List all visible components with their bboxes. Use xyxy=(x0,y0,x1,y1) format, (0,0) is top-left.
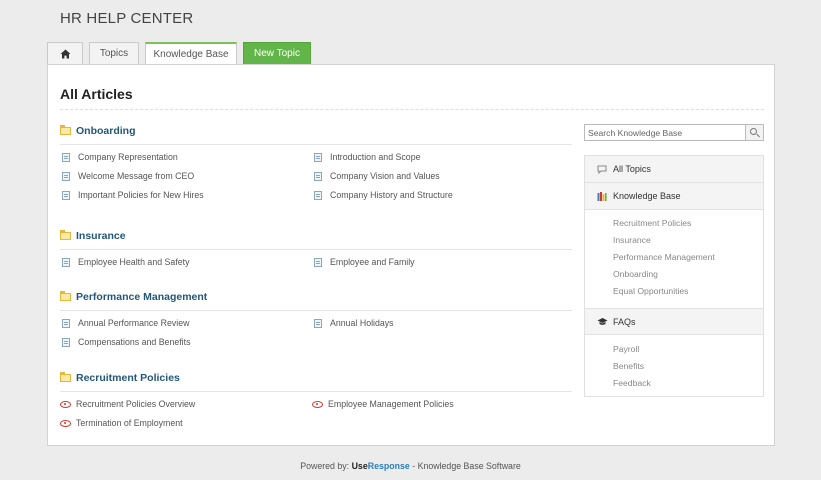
section-recruitment-policies[interactable]: Recruitment Policies xyxy=(60,372,180,384)
section-title: Onboarding xyxy=(76,125,136,137)
footer-prefix: Powered by: xyxy=(300,461,350,471)
brand-use: Use xyxy=(351,461,368,471)
page-title: All Articles xyxy=(60,86,133,102)
article-title: Employee and Family xyxy=(330,257,415,267)
section-title: Performance Management xyxy=(76,291,208,303)
article-title: Important Policies for New Hires xyxy=(78,190,204,200)
folder-icon xyxy=(60,291,71,301)
article-link[interactable]: Employee and Family xyxy=(314,257,415,267)
eye-icon xyxy=(312,400,323,408)
sidebar-link[interactable]: Benefits xyxy=(613,361,644,371)
tab-topics[interactable]: Topics xyxy=(89,42,139,64)
sidebar-link[interactable]: Equal Opportunities xyxy=(613,286,688,296)
article-link[interactable]: Introduction and Scope xyxy=(314,152,420,162)
article-link[interactable]: Annual Holidays xyxy=(314,318,394,328)
article-title: Welcome Message from CEO xyxy=(78,171,195,181)
document-icon xyxy=(314,190,322,200)
sidebar-link[interactable]: Recruitment Policies xyxy=(613,218,691,228)
sidebar-label: FAQs xyxy=(613,316,636,327)
sidebar-label: Knowledge Base xyxy=(613,191,681,201)
sidebar-link[interactable]: Insurance xyxy=(613,235,651,245)
article-title: Company Vision and Values xyxy=(330,171,440,181)
article-title: Employee Management Policies xyxy=(328,399,454,409)
books-icon xyxy=(596,191,608,201)
brand-response: Response xyxy=(367,461,410,471)
tab-home[interactable] xyxy=(47,42,83,64)
sidebar-link[interactable]: Onboarding xyxy=(613,269,658,279)
sidebar-link[interactable]: Payroll xyxy=(613,344,639,354)
site-title: HR HELP CENTER xyxy=(60,10,194,27)
document-icon xyxy=(314,257,322,267)
divider xyxy=(60,310,572,311)
document-icon xyxy=(62,171,70,181)
article-title: Recruitment Policies Overview xyxy=(76,399,196,409)
article-title: Annual Performance Review xyxy=(78,318,190,328)
divider xyxy=(60,249,572,250)
article-title: Annual Holidays xyxy=(330,318,394,328)
footer-suffix: - Knowledge Base Software xyxy=(409,461,521,471)
article-link[interactable]: Welcome Message from CEO xyxy=(62,171,194,181)
search-box xyxy=(584,124,764,141)
sidebar-item-knowledge-base[interactable]: Knowledge Base xyxy=(585,183,763,210)
article-link[interactable]: Annual Performance Review xyxy=(62,318,189,328)
tab-knowledge-base[interactable]: Knowledge Base xyxy=(145,42,237,65)
search-button[interactable] xyxy=(746,124,764,141)
search-icon xyxy=(750,128,757,135)
document-icon xyxy=(62,152,70,162)
sidebar-item-all-topics[interactable]: All Topics xyxy=(585,156,763,183)
article-title: Company Representation xyxy=(78,152,178,162)
section-insurance[interactable]: Insurance xyxy=(60,230,126,242)
article-title: Introduction and Scope xyxy=(330,152,421,162)
folder-icon xyxy=(60,125,71,135)
article-link[interactable]: Company History and Structure xyxy=(314,190,453,200)
home-icon xyxy=(60,49,70,58)
footer-brand-link[interactable]: UseResponse xyxy=(352,461,410,471)
eye-icon xyxy=(60,419,71,427)
article-link[interactable]: Company Representation xyxy=(62,152,178,162)
eye-icon xyxy=(60,400,71,408)
sidebar-link[interactable]: Performance Management xyxy=(613,252,715,262)
folder-icon xyxy=(60,372,71,382)
folder-icon xyxy=(60,230,71,240)
divider xyxy=(60,391,572,392)
divider xyxy=(60,144,572,145)
article-title: Company History and Structure xyxy=(330,190,453,200)
article-title: Termination of Employment xyxy=(76,418,183,428)
search-input[interactable] xyxy=(584,124,746,141)
article-link[interactable]: Employee Management Policies xyxy=(312,399,454,409)
document-icon xyxy=(62,318,70,328)
article-link[interactable]: Termination of Employment xyxy=(60,418,183,428)
article-link[interactable]: Important Policies for New Hires xyxy=(62,190,204,200)
document-icon xyxy=(62,257,70,267)
document-icon xyxy=(314,152,322,162)
section-onboarding[interactable]: Onboarding xyxy=(60,125,136,137)
article-link[interactable]: Employee Health and Safety xyxy=(62,257,190,267)
article-title: Compensations and Benefits xyxy=(78,337,191,347)
document-icon xyxy=(62,337,70,347)
section-title: Recruitment Policies xyxy=(76,372,180,384)
main-panel: All Articles Onboarding Company Represen… xyxy=(47,64,775,446)
chat-bubble-icon xyxy=(596,165,608,174)
sidebar-item-faqs[interactable]: FAQs xyxy=(585,308,763,335)
document-icon xyxy=(314,171,322,181)
article-title: Employee Health and Safety xyxy=(78,257,190,267)
sidebar-label: All Topics xyxy=(613,164,651,174)
section-title: Insurance xyxy=(76,230,126,242)
section-performance-management[interactable]: Performance Management xyxy=(60,291,207,303)
footer: Powered by: UseResponse - Knowledge Base… xyxy=(0,461,821,471)
document-icon xyxy=(62,190,70,200)
document-icon xyxy=(314,318,322,328)
divider xyxy=(60,109,764,110)
sidebar: All Topics Knowledge Base Recruitment Po… xyxy=(584,155,764,397)
sidebar-link[interactable]: Feedback xyxy=(613,378,651,388)
nav-tabs: Topics Knowledge Base New Topic xyxy=(47,42,317,65)
article-link[interactable]: Compensations and Benefits xyxy=(62,337,190,347)
new-topic-button[interactable]: New Topic xyxy=(243,42,311,64)
graduation-cap-icon xyxy=(596,317,608,326)
article-link[interactable]: Company Vision and Values xyxy=(314,171,440,181)
article-link[interactable]: Recruitment Policies Overview xyxy=(60,399,195,409)
